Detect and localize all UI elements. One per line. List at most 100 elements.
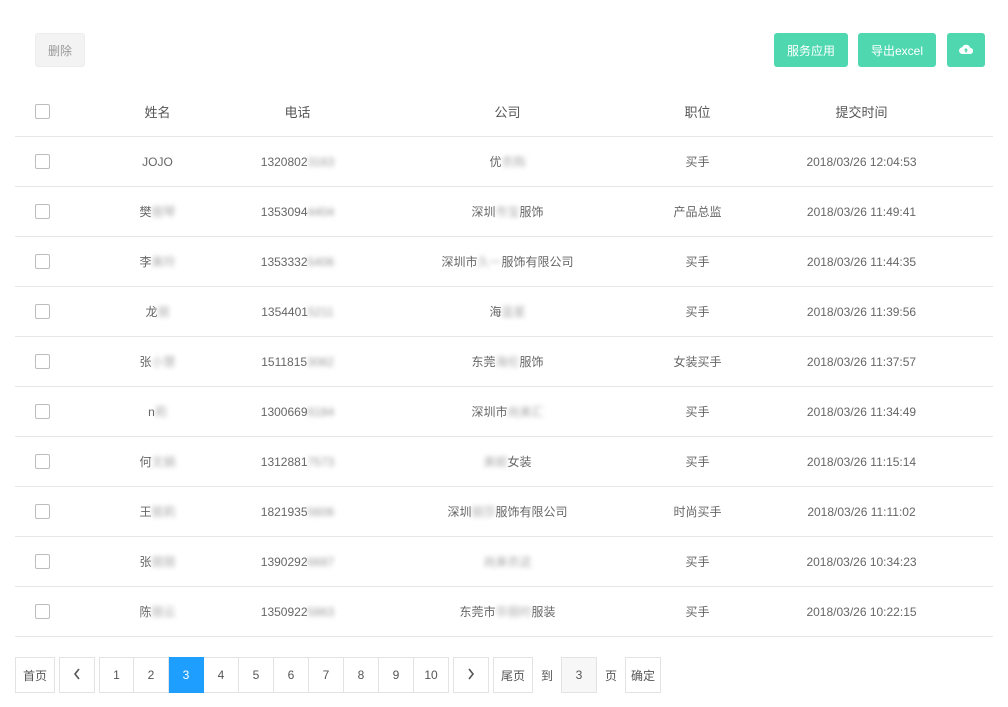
page-button-9[interactable]: 9: [379, 657, 414, 693]
cell-company: 美妮女装: [350, 436, 665, 487]
page-button-8[interactable]: 8: [344, 657, 379, 693]
company-redacted: 华丽时: [495, 605, 532, 619]
cell-name: 王丽莉: [70, 486, 245, 537]
company-prefix: 深圳市: [441, 255, 478, 269]
cell-phone: 18219355606: [245, 486, 350, 537]
table-row[interactable]: 王丽莉 18219355606 深圳丽莎服饰有限公司 时尚买手 2018/03/…: [15, 486, 993, 537]
company-redacted: 衣购: [501, 155, 526, 169]
phone-redacted: 5406: [307, 254, 335, 269]
phone-redacted: 7573: [307, 454, 335, 469]
cell-submit-time: 2018/03/26 11:11:02: [730, 486, 993, 537]
page-button-2[interactable]: 2: [134, 657, 169, 693]
cloud-upload-button[interactable]: [947, 33, 985, 67]
page-button-3[interactable]: 3: [169, 657, 204, 693]
row-checkbox[interactable]: [35, 154, 50, 170]
page-button-6[interactable]: 6: [274, 657, 309, 693]
cell-name: n莉: [70, 386, 245, 437]
cell-company: 东莞海伦服饰: [350, 336, 665, 387]
cell-phone: 13544015211: [245, 286, 350, 337]
cell-name: 樊丽琴: [70, 186, 245, 237]
row-checkbox[interactable]: [35, 604, 50, 620]
table-row[interactable]: 龙丽 13544015211 海蓝星 买手 2018/03/26 11:39:5…: [15, 286, 993, 337]
phone-redacted: 5863: [307, 604, 335, 619]
table-row[interactable]: 李美玲 13533325406 深圳市久一服饰有限公司 买手 2018/03/2…: [15, 236, 993, 287]
row-checkbox[interactable]: [35, 554, 50, 570]
table-row[interactable]: 何文娟 13128817573 美妮女装 买手 2018/03/26 11:15…: [15, 436, 993, 487]
cell-position: 买手: [665, 586, 730, 637]
prev-page-button[interactable]: [59, 657, 95, 693]
cell-company: 优衣购: [350, 136, 665, 187]
company-redacted: 美妮: [483, 455, 508, 469]
company-suffix: 服饰: [519, 205, 544, 219]
page-button-4[interactable]: 4: [204, 657, 239, 693]
company-redacted: 尚美汇: [507, 405, 544, 419]
cell-submit-time: 2018/03/26 11:39:56: [730, 286, 993, 337]
cell-position: 时尚买手: [665, 486, 730, 537]
company-suffix: 女装: [507, 455, 532, 469]
row-checkbox[interactable]: [35, 454, 50, 470]
page-button-1[interactable]: 1: [99, 657, 134, 693]
next-page-button[interactable]: [453, 657, 489, 693]
cell-phone: 13509225863: [245, 586, 350, 637]
page-button-5[interactable]: 5: [239, 657, 274, 693]
row-checkbox[interactable]: [35, 404, 50, 420]
company-suffix: 服饰有限公司: [501, 255, 574, 269]
service-apps-button[interactable]: 服务应用: [774, 33, 848, 67]
company-prefix: 海: [489, 305, 502, 319]
name-visible: 龙: [145, 305, 158, 319]
submissions-table: 姓名 电话 公司 职位 提交时间 JOJO 13208023163 优衣购 买手…: [15, 86, 993, 637]
phone-visible: 1320802: [260, 154, 308, 169]
goto-confirm-button[interactable]: 确定: [625, 657, 662, 693]
page-button-10[interactable]: 10: [414, 657, 449, 693]
cell-company: 深圳市久一服饰有限公司: [350, 236, 665, 287]
cell-name: JOJO: [70, 136, 245, 187]
name-redacted: 美玲: [151, 255, 176, 269]
table-row[interactable]: 樊丽琴 13530944404 深圳市宝服饰 产品总监 2018/03/26 1…: [15, 186, 993, 237]
table-row[interactable]: JOJO 13208023163 优衣购 买手 2018/03/26 12:04…: [15, 136, 993, 187]
cloud-upload-icon: [959, 43, 974, 57]
table-header-row: 姓名 电话 公司 职位 提交时间: [15, 86, 993, 137]
header-phone: 电话: [245, 86, 350, 137]
goto-page-input[interactable]: 3: [561, 657, 598, 693]
export-excel-button[interactable]: 导出excel: [858, 33, 936, 67]
cell-company: 深圳丽莎服饰有限公司: [350, 486, 665, 537]
row-checkbox[interactable]: [35, 204, 50, 220]
page-number-list: 1 2 3 4 5 6 7 8 9 10: [99, 657, 449, 693]
cell-position: 买手: [665, 536, 730, 587]
cell-company: 尚美衣这: [350, 536, 665, 587]
row-checkbox[interactable]: [35, 504, 50, 520]
page-button-7[interactable]: 7: [309, 657, 344, 693]
name-visible: 何: [139, 455, 152, 469]
phone-redacted: 3082: [307, 354, 334, 369]
table-row[interactable]: 张丽丽 13902926687 尚美衣这 买手 2018/03/26 10:34…: [15, 536, 993, 587]
select-all-checkbox[interactable]: [35, 104, 50, 120]
cell-name: 张丽丽: [70, 536, 245, 587]
cell-submit-time: 2018/03/26 11:34:49: [730, 386, 993, 437]
name-visible: 张: [139, 555, 152, 569]
cell-phone: 15118153082: [245, 336, 350, 387]
delete-button[interactable]: 删除: [35, 33, 85, 67]
company-prefix: 东莞: [471, 355, 496, 369]
cell-name: 李美玲: [70, 236, 245, 287]
cell-name: 张小慧: [70, 336, 245, 387]
table-row[interactable]: 陈丽云 13509225863 东莞市华丽时服装 买手 2018/03/26 1…: [15, 586, 993, 637]
last-page-button[interactable]: 尾页: [493, 657, 533, 693]
company-redacted: 久一: [477, 255, 502, 269]
cell-phone: 13208023163: [245, 136, 350, 187]
row-checkbox[interactable]: [35, 304, 50, 320]
cell-submit-time: 2018/03/26 11:49:41: [730, 186, 993, 237]
cell-company: 深圳市宝服饰: [350, 186, 665, 237]
table-row[interactable]: n莉 13006696184 深圳市尚美汇 买手 2018/03/26 11:3…: [15, 386, 993, 437]
pagination: 首页 1 2 3 4 5 6 7 8 9 10 尾页 到 3 页 确定: [15, 657, 662, 693]
cell-submit-time: 2018/03/26 10:34:23: [730, 536, 993, 587]
page-unit-label: 页: [605, 668, 618, 683]
row-checkbox[interactable]: [35, 254, 50, 270]
cell-company: 海蓝星: [350, 286, 665, 337]
first-page-button[interactable]: 首页: [15, 657, 55, 693]
header-name: 姓名: [70, 86, 245, 137]
row-checkbox[interactable]: [35, 354, 50, 370]
table-row[interactable]: 张小慧 15118153082 东莞海伦服饰 女装买手 2018/03/26 1…: [15, 336, 993, 387]
chevron-left-icon: [73, 668, 81, 683]
company-prefix: 深圳: [471, 205, 496, 219]
company-prefix: 深圳市: [471, 405, 508, 419]
